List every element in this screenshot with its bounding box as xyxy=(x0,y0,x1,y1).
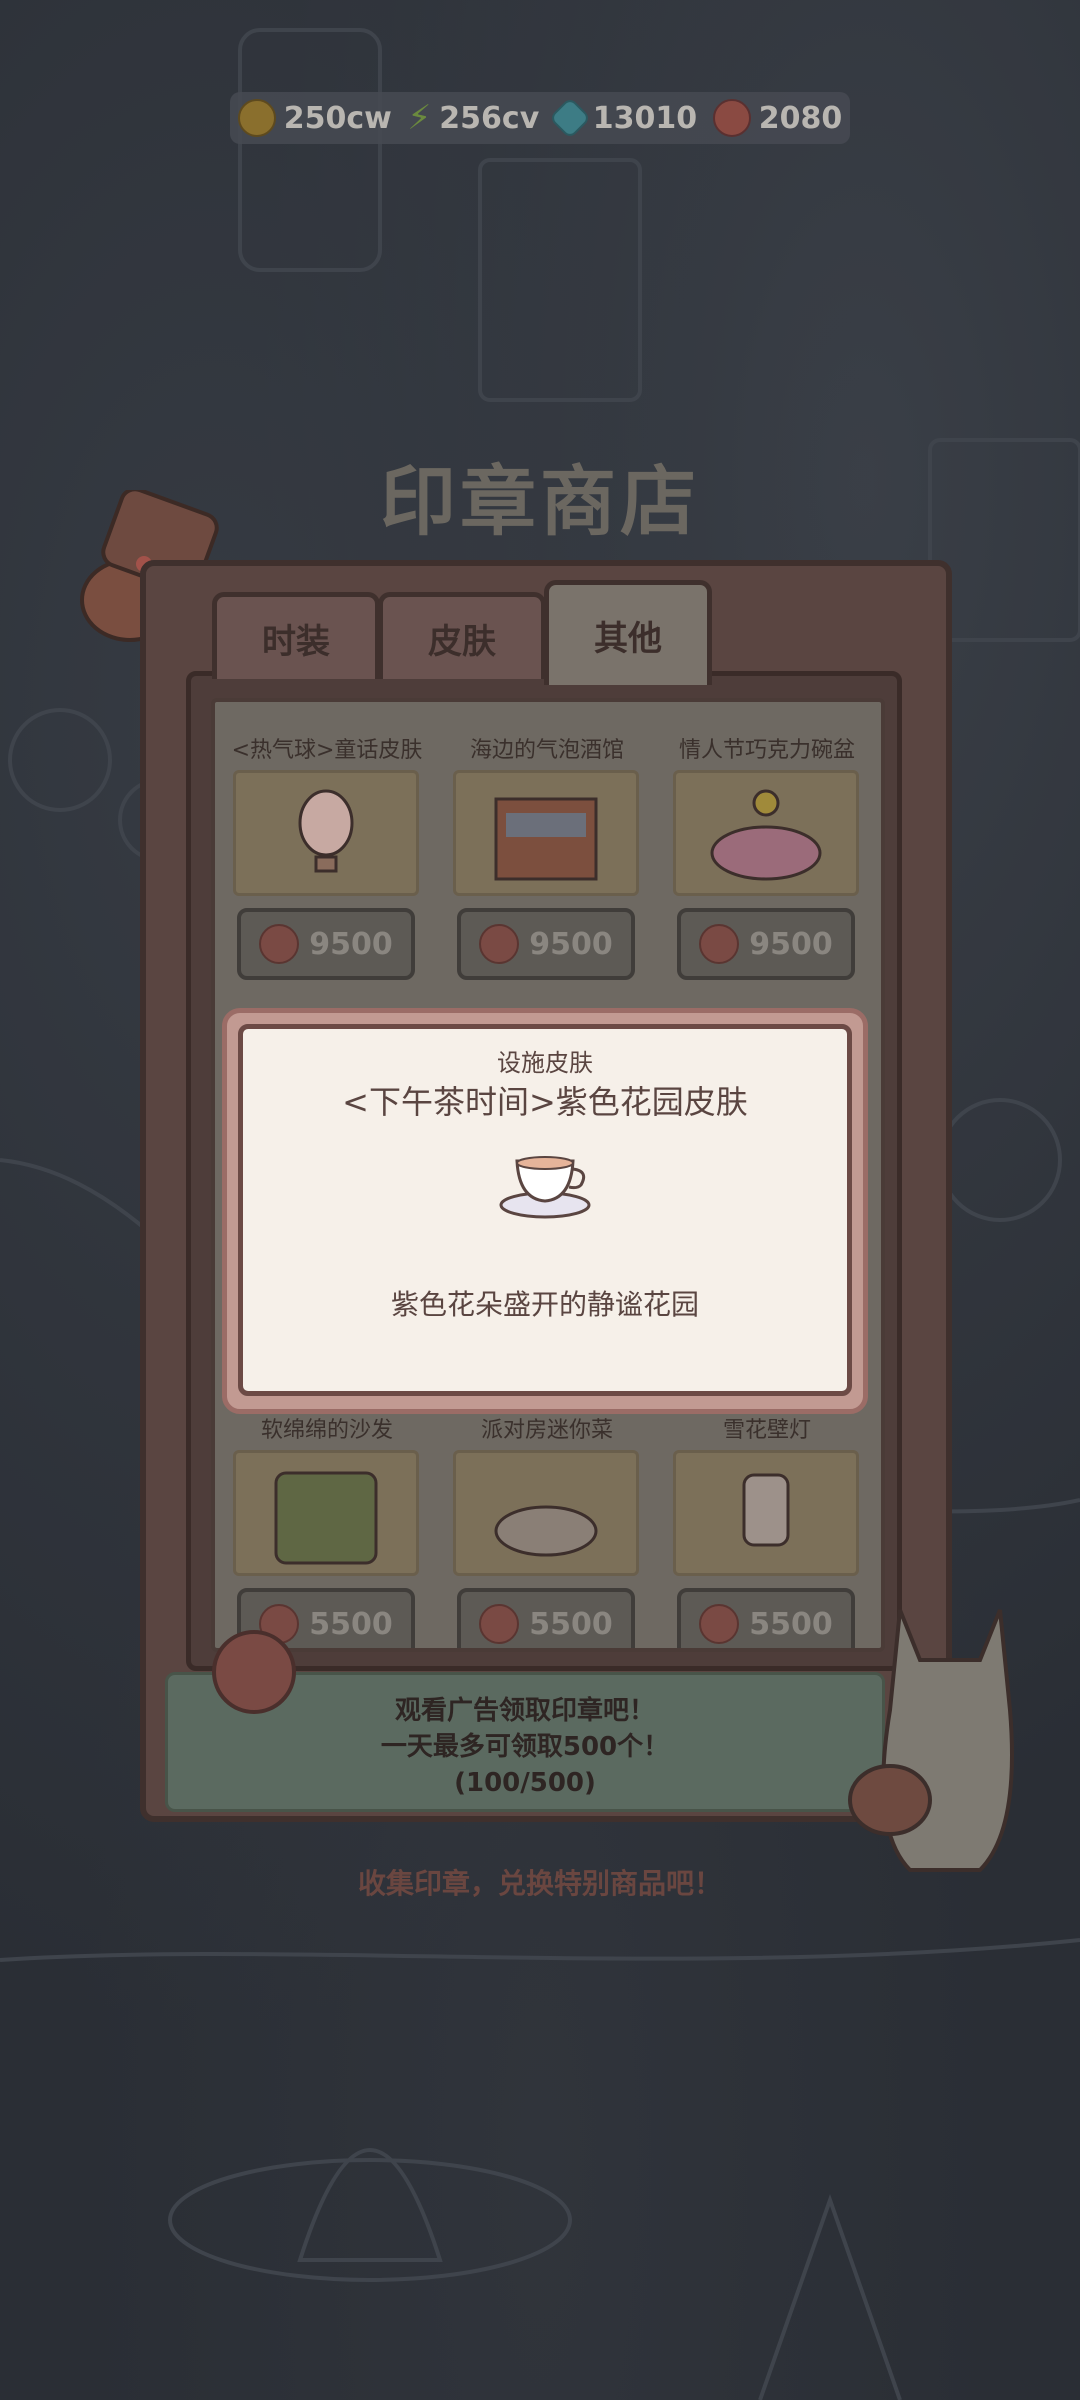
item-category: 设施皮肤 xyxy=(497,1049,593,1077)
ad-line-2: 一天最多可领取500个！ xyxy=(380,1732,670,1762)
buy-button[interactable]: 9500 xyxy=(457,908,635,980)
paw-seal-icon xyxy=(259,924,300,964)
buy-button[interactable]: 9500 xyxy=(237,908,415,980)
item-thumbnail xyxy=(233,770,419,896)
currency-energy[interactable]: ⚡ 256cv xyxy=(407,98,539,138)
item-thumbnail xyxy=(453,1450,639,1576)
item-price: 9500 xyxy=(749,926,833,962)
item-thumbnail xyxy=(453,770,639,896)
gem-icon xyxy=(548,96,592,140)
currency-bar: 250cw ⚡ 256cv 13010 2080 xyxy=(230,92,850,144)
teacup-icon xyxy=(499,1156,591,1219)
shop-item[interactable]: 情人节巧克力碗盆 9500 xyxy=(669,718,865,1018)
buy-button[interactable]: 5500 xyxy=(457,1588,635,1648)
item-price: 5500 xyxy=(309,1606,393,1642)
currency-gem[interactable]: 13010 xyxy=(548,96,698,140)
ad-progress: (100/500) xyxy=(454,1768,596,1798)
paw-seal-icon xyxy=(699,924,740,964)
item-name: <热气球>童话皮肤 xyxy=(231,738,423,763)
item-thumbnail xyxy=(673,1450,859,1576)
currency-gold-value: 250cw xyxy=(283,100,392,136)
item-price: 9500 xyxy=(309,926,393,962)
item-name: 海边的气泡酒馆 xyxy=(469,738,624,763)
paw-seal-icon xyxy=(712,99,751,137)
item-name: 情人节巧克力碗盆 xyxy=(678,738,855,763)
shop-item[interactable]: 软绵绵的沙发 5500 xyxy=(229,1398,425,1648)
gold-coin-icon xyxy=(237,99,276,137)
paw-seal-icon xyxy=(479,1604,520,1644)
buy-button[interactable]: 5500 xyxy=(677,1588,855,1648)
item-price: 5500 xyxy=(529,1606,613,1642)
shop-item[interactable]: 海边的气泡酒馆 9500 xyxy=(449,718,645,1018)
item-description: 紫色花朵盛开的静谧花园 xyxy=(390,1288,699,1321)
item-price: 9500 xyxy=(529,926,613,962)
hint-text: 收集印章，兑换特别商品吧！ xyxy=(357,1867,722,1900)
currency-energy-value: 256cv xyxy=(439,100,540,136)
item-title: <下午茶时间>紫色花园皮肤 xyxy=(342,1083,748,1121)
item-name: 软绵绵的沙发 xyxy=(260,1418,393,1443)
tab-other[interactable]: 其他 xyxy=(544,580,712,685)
currency-gem-value: 13010 xyxy=(592,100,698,136)
item-thumbnail xyxy=(233,1450,419,1576)
currency-seal[interactable]: 2080 xyxy=(712,99,843,137)
tab-fashion[interactable]: 时装 xyxy=(212,592,380,679)
item-thumbnail xyxy=(673,770,859,896)
energy-bolt-icon: ⚡ xyxy=(407,98,432,138)
item-name: 雪花壁灯 xyxy=(722,1418,811,1443)
paw-seal-icon xyxy=(212,1630,296,1714)
paw-seal-icon xyxy=(479,924,520,964)
paw-seal-icon xyxy=(699,1604,740,1644)
item-name: 派对房迷你菜 xyxy=(480,1418,613,1443)
currency-gold[interactable]: 250cw xyxy=(237,99,392,137)
item-detail-card[interactable]: 设施皮肤 <下午茶时间>紫色花园皮肤 紫色花朵盛开的静谧花园 xyxy=(238,1024,852,1396)
cat-mascot-icon xyxy=(848,1609,1014,1872)
buy-button[interactable]: 9500 xyxy=(677,908,855,980)
tab-skin[interactable]: 皮肤 xyxy=(378,592,546,679)
item-price: 5500 xyxy=(749,1606,833,1642)
shop-item[interactable]: <热气球>童话皮肤 9500 xyxy=(229,718,425,1018)
currency-seal-value: 2080 xyxy=(758,100,843,136)
shop-item[interactable]: 派对房迷你菜 5500 xyxy=(449,1398,645,1648)
